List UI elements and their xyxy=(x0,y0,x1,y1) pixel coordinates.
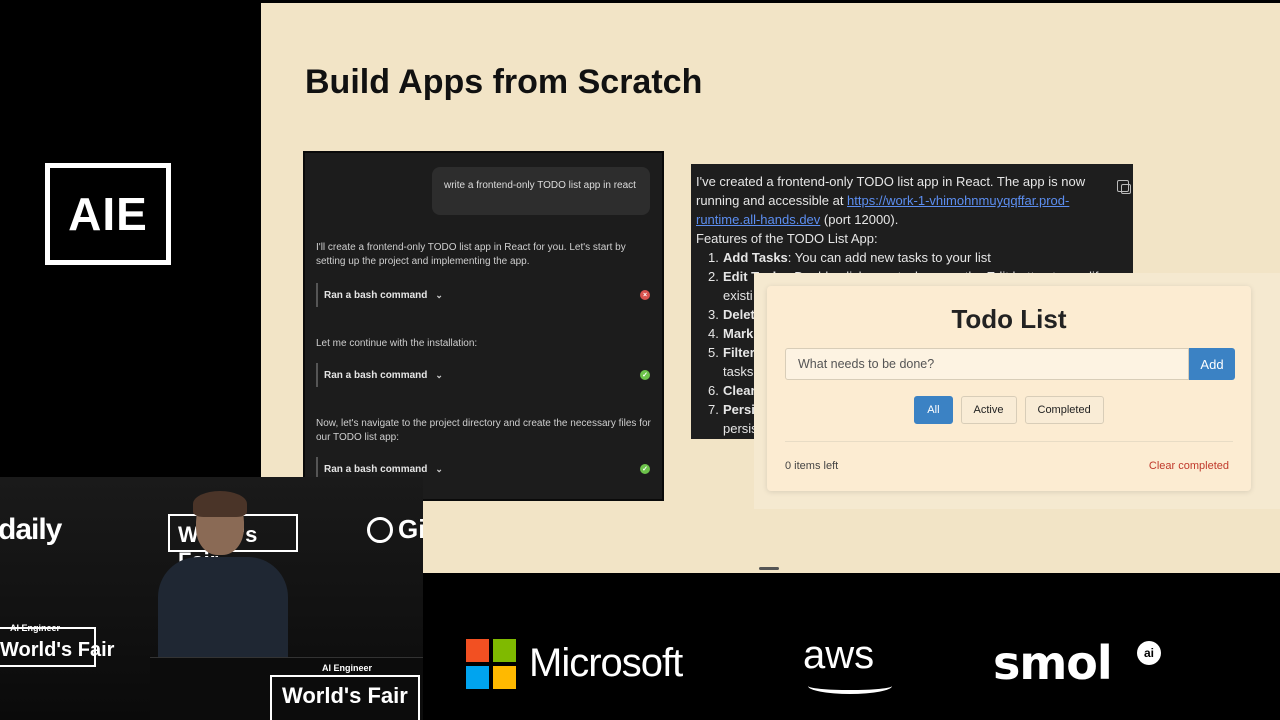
bash-command-label: Ran a bash command xyxy=(324,463,428,475)
assistant-message: Let me continue with the installation: xyxy=(316,338,478,349)
sponsor-text: Gi xyxy=(398,514,423,544)
user-message-bubble: write a frontend-only TODO list app in r… xyxy=(432,167,650,215)
copy-icon[interactable] xyxy=(1117,180,1131,194)
bash-command-row[interactable]: Ran a bash command ⌄ × xyxy=(316,283,654,307)
slide-handle xyxy=(759,567,779,570)
aws-logo-text: aws xyxy=(803,633,875,677)
error-status-icon: × xyxy=(640,290,650,300)
filter-bar: All Active Completed xyxy=(767,396,1251,424)
response-intro: I've created a frontend-only TODO list a… xyxy=(696,174,1086,227)
success-status-icon: ✓ xyxy=(640,464,650,474)
smol-logo-text: smol xyxy=(993,636,1113,690)
worlds-fair-podium-sign: World's Fair xyxy=(270,675,420,720)
aie-logo-text: AIE xyxy=(68,188,148,240)
chevron-down-icon[interactable]: ⌄ xyxy=(435,370,443,381)
clear-completed-button[interactable]: Clear completed xyxy=(1149,460,1229,472)
filter-all-button[interactable]: All xyxy=(914,396,953,424)
chat-panel: write a frontend-only TODO list app in r… xyxy=(303,151,664,501)
assistant-message: I'll create a frontend-only TODO list ap… xyxy=(316,242,626,267)
chevron-down-icon[interactable]: ⌄ xyxy=(435,290,443,301)
items-left-count: 0 items left xyxy=(785,460,839,472)
bash-command-label: Ran a bash command xyxy=(324,369,428,381)
microsoft-logo-icon xyxy=(466,639,516,689)
worlds-fair-sign-left: World's Fair xyxy=(0,627,114,667)
speaker-hair xyxy=(193,491,247,517)
slide-title: Build Apps from Scratch xyxy=(305,63,703,101)
speaker-body xyxy=(158,557,288,667)
smol-ai-badge: ai xyxy=(1137,641,1161,665)
success-status-icon: ✓ xyxy=(640,370,650,380)
todo-title: Todo List xyxy=(951,304,1067,334)
add-button[interactable]: Add xyxy=(1189,348,1235,380)
filter-active-button[interactable]: Active xyxy=(960,396,1017,424)
todo-app-card: Todo List Add All Active Completed 0 ite… xyxy=(767,286,1251,491)
aie-logo: AIE xyxy=(45,163,171,265)
daily-logo-text: daily xyxy=(0,513,62,546)
sponsor-icon xyxy=(367,517,393,543)
aws-smile-icon xyxy=(808,678,892,694)
speaker-video: daily World's Fair Gi AI Engineer World'… xyxy=(0,477,423,720)
bash-command-row[interactable]: Ran a bash command ⌄ ✓ xyxy=(316,363,654,387)
features-heading: Features of the TODO List App: xyxy=(696,231,878,246)
bash-command-label: Ran a bash command xyxy=(324,289,428,301)
ai-engineer-label: AI Engineer xyxy=(322,663,373,673)
chevron-down-icon[interactable]: ⌄ xyxy=(435,464,443,475)
new-todo-input[interactable] xyxy=(785,348,1189,380)
assistant-message: Now, let's navigate to the project direc… xyxy=(316,418,651,443)
divider xyxy=(785,441,1233,442)
filter-completed-button[interactable]: Completed xyxy=(1024,396,1104,424)
feature-item: 1. Add Tasks: You can add new tasks to yo… xyxy=(708,250,991,265)
microsoft-logo-text: Microsoft xyxy=(529,641,683,685)
